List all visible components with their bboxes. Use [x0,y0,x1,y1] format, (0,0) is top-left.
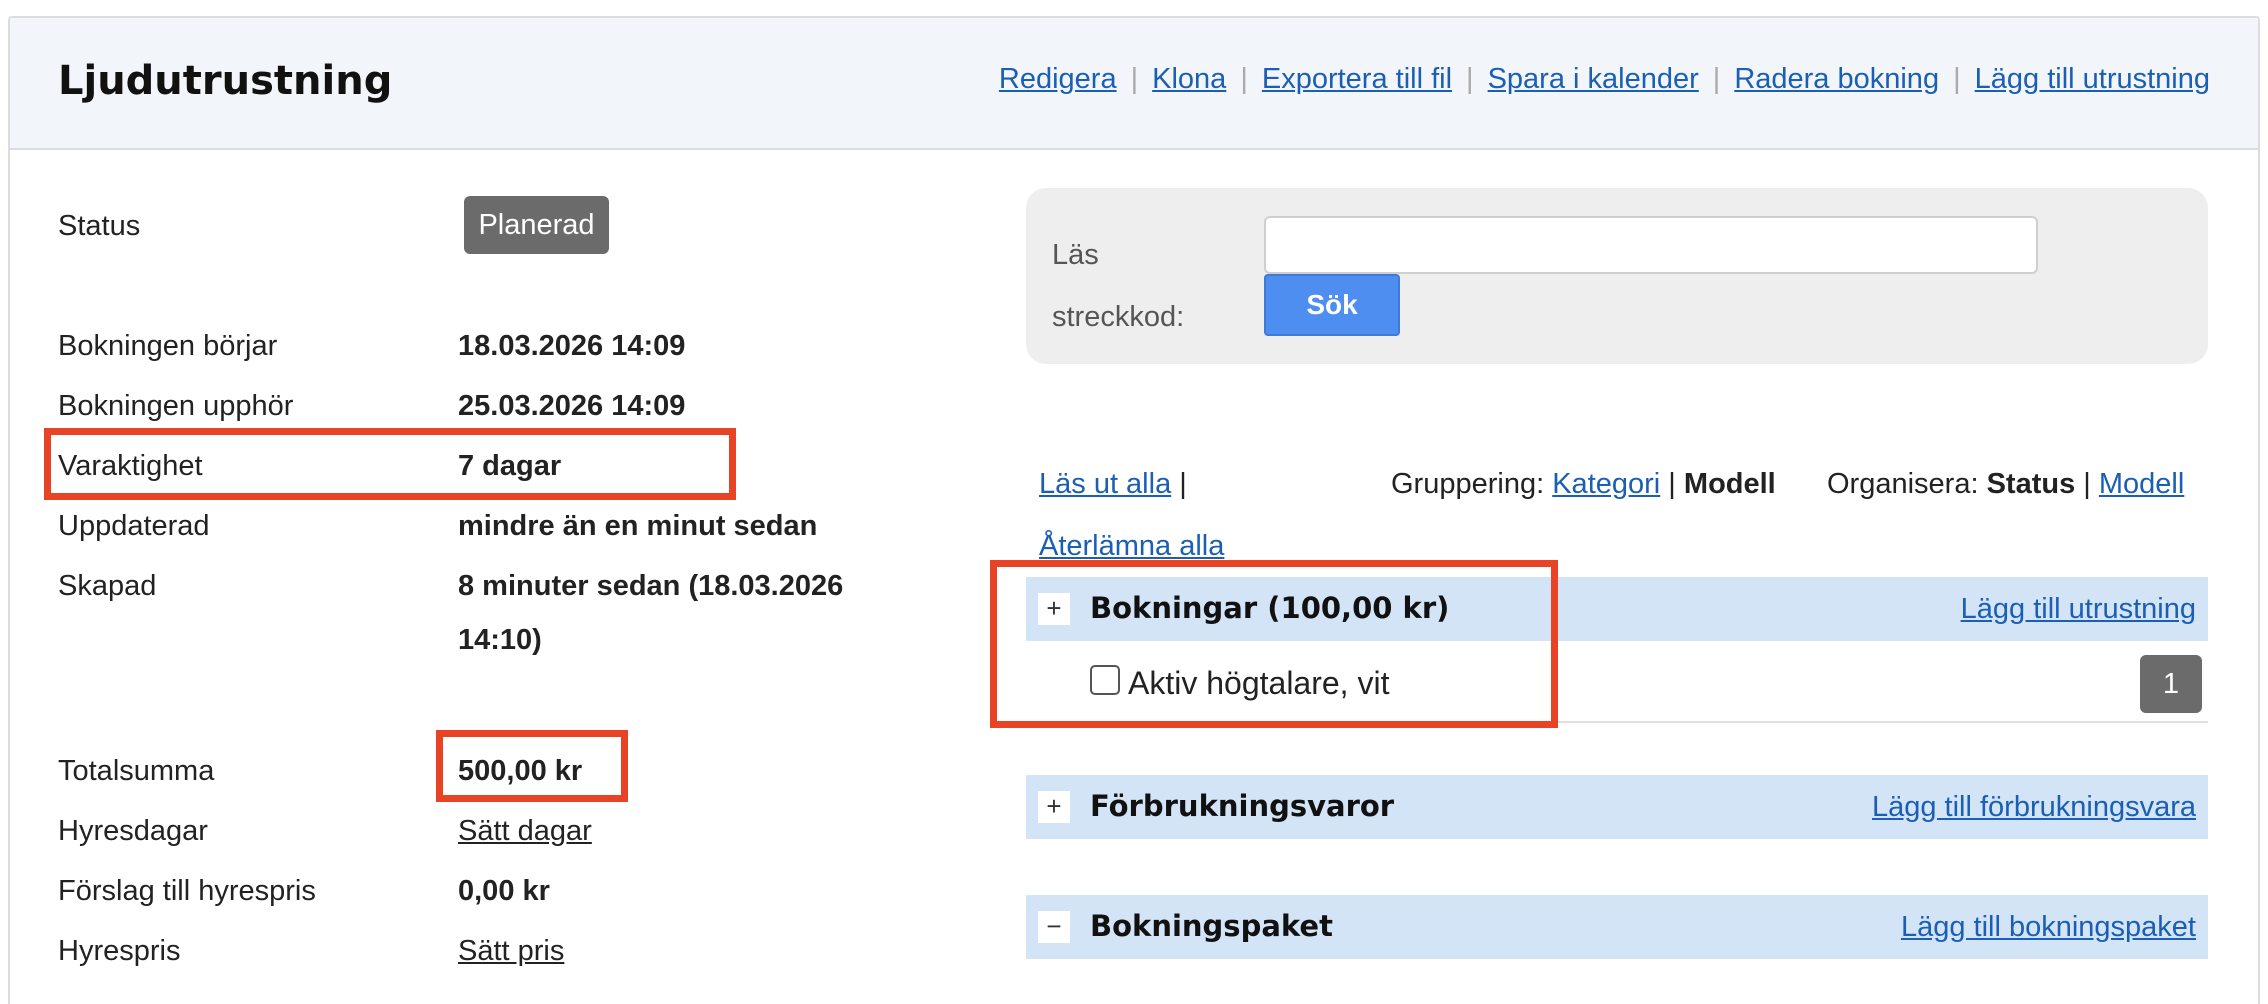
organize-model-link[interactable]: Modell [2099,468,2184,500]
add-equipment-header-link[interactable]: Lägg till utrustning [1975,63,2210,96]
collapse-icon[interactable]: − [1038,911,1070,943]
return-all-link[interactable]: Återlämna alla [1039,530,1224,562]
suggested-price-value: 0,00 kr [458,875,550,907]
booking-panel: Ljudutrustning Redigera | Klona | Export… [8,16,2260,1004]
separator: | [1466,63,1474,95]
grouping-controls: Gruppering: Kategori | Modell [1391,468,1776,501]
start-label: Bokningen börjar [58,330,278,362]
updated-value: mindre än en minut sedan [458,510,818,542]
add-consumable-link[interactable]: Lägg till förbrukningsvara [1872,791,2196,824]
updated-label: Uppdaterad [58,510,210,542]
return-row: Återlämna alla [1039,530,1224,563]
packages-section-title: Bokningspaket [1090,909,1333,943]
header-actions: Redigera | Klona | Exportera till fil | … [999,63,2210,96]
edit-link[interactable]: Redigera [999,63,1117,96]
total-highlight [436,730,628,802]
save-calendar-link[interactable]: Spara i kalender [1488,63,1699,96]
consumables-section-header: + Förbrukningsvaror Lägg till förbruknin… [1026,775,2208,839]
separator: | [1130,63,1139,95]
export-link[interactable]: Exportera till fil [1262,63,1452,96]
bookings-highlight [990,560,1558,728]
separator: | [1668,468,1676,500]
status-label: Status [58,210,141,242]
grouping-category-link[interactable]: Kategori [1552,468,1660,500]
separator: | [1953,63,1961,95]
status-badge: Planerad [464,196,609,254]
clone-link[interactable]: Klona [1152,63,1226,96]
page-title: Ljudutrustning [58,58,393,104]
separator: | [1179,468,1187,500]
set-days-link[interactable]: Sätt dagar [458,815,592,848]
grouping-model-active: Modell [1683,468,1776,500]
organize-controls: Organisera: Status | Modell [1827,468,2184,501]
expand-icon[interactable]: + [1038,791,1070,823]
separator: | [1712,63,1721,95]
barcode-scan-box: Läs streckkod: Sök [1026,188,2208,364]
barcode-label: Läs streckkod: [1052,239,1185,333]
separator: | [1240,63,1248,95]
grouping-label: Gruppering: [1391,468,1545,500]
consumables-section-title: Förbrukningsvaror [1090,789,1395,823]
page-header: Ljudutrustning Redigera | Klona | Export… [10,18,2258,150]
rent-days-label: Hyresdagar [58,815,208,847]
add-equipment-link[interactable]: Lägg till utrustning [1961,593,2196,626]
rent-price-label: Hyrespris [58,935,181,967]
start-value: 18.03.2026 14:09 [458,330,686,362]
barcode-input[interactable] [1264,216,2038,274]
checkout-all-link[interactable]: Läs ut alla [1039,468,1171,500]
search-button[interactable]: Sök [1264,274,1400,336]
total-label: Totalsumma [58,755,215,787]
suggested-price-label: Förslag till hyrespris [58,875,316,907]
quantity-badge: 1 [2140,655,2202,713]
separator: | [2083,468,2091,500]
packages-section-header: − Bokningspaket Lägg till bokningspaket [1026,895,2208,959]
end-label: Bokningen upphör [58,390,294,422]
checkout-row: Läs ut alla | [1039,468,1187,501]
add-package-link[interactable]: Lägg till bokningspaket [1901,911,2196,944]
created-label: Skapad [58,570,157,602]
delete-booking-link[interactable]: Radera bokning [1734,63,1939,96]
organize-label: Organisera: [1827,468,1979,500]
organize-status-active: Status [1986,468,2076,500]
set-price-link[interactable]: Sätt pris [458,935,564,968]
created-value-line2: 14:10) [458,624,542,656]
end-value: 25.03.2026 14:09 [458,390,686,422]
created-value-line1: 8 minuter sedan (18.03.2026 [458,570,844,602]
duration-highlight [44,428,736,500]
